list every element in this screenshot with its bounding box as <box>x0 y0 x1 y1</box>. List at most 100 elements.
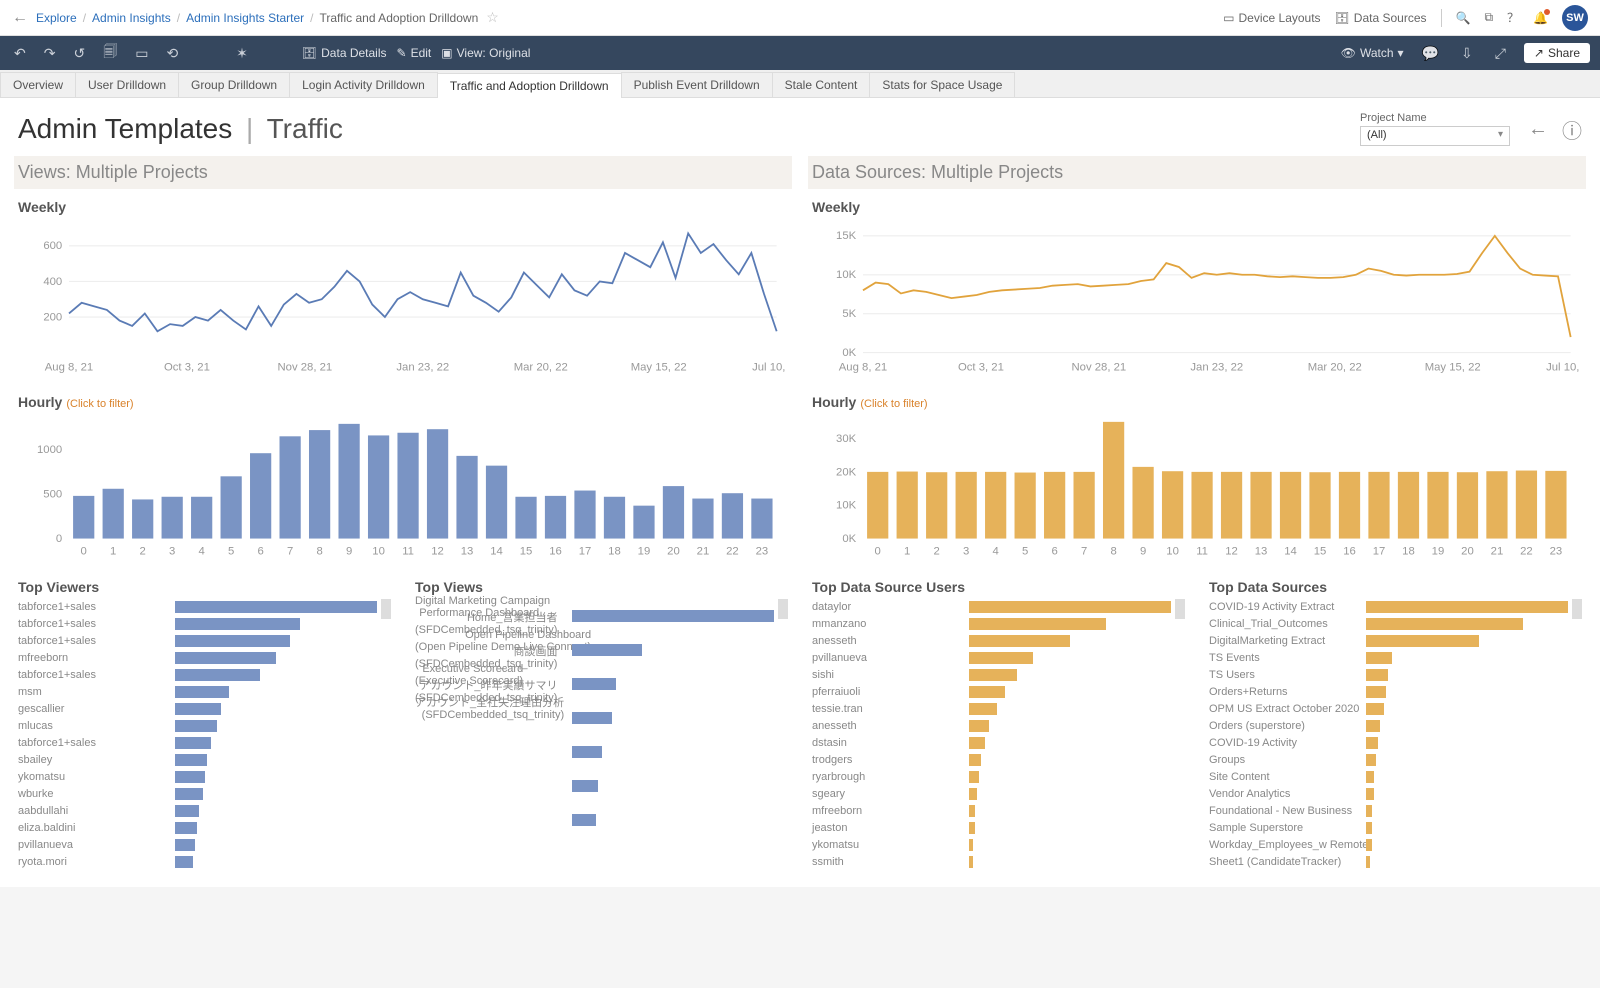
list-item-bar[interactable] <box>175 771 205 783</box>
list-item-bar[interactable] <box>1366 839 1372 851</box>
top-views-chart[interactable]: Digital Marketing Campaign Performance D… <box>415 599 788 837</box>
tab-login-activity-drilldown[interactable]: Login Activity Drilldown <box>289 72 438 97</box>
list-item-bar[interactable] <box>1366 669 1388 681</box>
watch-button[interactable]: 👁Watch ▾ <box>1341 46 1404 60</box>
favorite-star-icon[interactable]: ☆ <box>486 9 499 26</box>
list-item-bar[interactable] <box>969 771 979 783</box>
tab-overview[interactable]: Overview <box>0 72 76 97</box>
fullscreen-icon[interactable]: ⤢ <box>1491 43 1510 64</box>
share-button[interactable]: ↗Share <box>1524 43 1590 63</box>
list-item-bar[interactable] <box>1366 686 1386 698</box>
redo-icon[interactable]: ↷ <box>40 43 60 64</box>
ds-weekly-chart[interactable]: 0K5K10K15KAug 8, 21Oct 3, 21Nov 28, 21Ja… <box>812 219 1582 378</box>
user-avatar[interactable]: SW <box>1562 5 1588 31</box>
pause-icon[interactable]: ▭ <box>131 43 152 64</box>
breadcrumb-explore[interactable]: Explore <box>36 11 77 25</box>
list-item-bar[interactable] <box>175 669 260 681</box>
refresh-data-icon[interactable]: 🗐 <box>99 39 121 67</box>
list-item-bar[interactable] <box>969 822 975 834</box>
list-item-bar[interactable] <box>572 678 617 690</box>
list-item-bar[interactable] <box>1366 856 1370 868</box>
list-item-bar[interactable] <box>572 610 774 622</box>
views-hourly-chart[interactable]: 0500100001234567891011121314151617181920… <box>18 414 788 561</box>
list-item-bar[interactable] <box>1366 703 1384 715</box>
list-item-bar[interactable] <box>1366 737 1378 749</box>
list-item-bar[interactable] <box>969 686 1005 698</box>
list-item-bar[interactable] <box>175 822 197 834</box>
list-item-bar[interactable] <box>1366 788 1374 800</box>
help-icon[interactable]: ？ <box>1507 9 1519 26</box>
list-item-bar[interactable] <box>969 601 1171 613</box>
list-item-bar[interactable] <box>969 635 1070 647</box>
tab-traffic-and-adoption-drilldown[interactable]: Traffic and Adoption Drilldown <box>437 73 622 98</box>
download-icon[interactable]: ⇩ <box>1457 43 1477 64</box>
guide-icon[interactable]: ✶ <box>232 43 252 64</box>
list-item-bar[interactable] <box>969 720 989 732</box>
list-item-bar[interactable] <box>1366 618 1524 630</box>
notifications-icon[interactable]: 🔔 <box>1533 11 1548 25</box>
scrollbar[interactable] <box>778 599 788 619</box>
list-item-bar[interactable] <box>175 686 230 698</box>
data-sources-button[interactable]: 🗄 Data Sources <box>1335 11 1427 25</box>
breadcrumb-starter[interactable]: Admin Insights Starter <box>186 11 304 25</box>
list-item-bar[interactable] <box>969 669 1018 681</box>
list-item-bar[interactable] <box>969 737 985 749</box>
list-item-bar[interactable] <box>969 754 981 766</box>
device-layouts-button[interactable]: ▭ Device Layouts <box>1223 11 1320 25</box>
list-item-bar[interactable] <box>969 805 975 817</box>
tab-stats-for-space-usage[interactable]: Stats for Space Usage <box>869 72 1015 97</box>
info-icon[interactable]: ⓘ <box>1562 115 1582 144</box>
list-item-bar[interactable] <box>175 805 199 817</box>
new-icon[interactable]: ⧉ <box>1484 10 1493 25</box>
list-item-bar[interactable] <box>1366 652 1392 664</box>
list-item-bar[interactable] <box>175 635 290 647</box>
list-item-bar[interactable] <box>969 652 1034 664</box>
list-item-bar[interactable] <box>175 652 276 664</box>
top-ds-users-chart[interactable]: dataylormmanzanoanessethpvillanuevasishi… <box>812 599 1185 871</box>
list-item-bar[interactable] <box>969 618 1107 630</box>
list-item-bar[interactable] <box>175 754 207 766</box>
breadcrumb-admin-insights[interactable]: Admin Insights <box>92 11 171 25</box>
project-name-select[interactable]: (All) <box>1360 126 1510 146</box>
undo-icon[interactable]: ↶ <box>10 43 30 64</box>
list-item-bar[interactable] <box>175 703 222 715</box>
undo-filter-icon[interactable]: ← <box>1528 118 1548 141</box>
data-details-button[interactable]: 🗄Data Details <box>302 46 387 60</box>
tab-publish-event-drilldown[interactable]: Publish Event Drilldown <box>621 72 773 97</box>
scrollbar[interactable] <box>1572 599 1582 619</box>
tab-stale-content[interactable]: Stale Content <box>772 72 871 97</box>
tab-group-drilldown[interactable]: Group Drilldown <box>178 72 290 97</box>
list-item-bar[interactable] <box>1366 822 1372 834</box>
list-item-bar[interactable] <box>969 839 973 851</box>
list-item-bar[interactable] <box>1366 771 1374 783</box>
metrics-icon[interactable]: 💬 <box>1418 43 1443 64</box>
list-item-bar[interactable] <box>969 788 977 800</box>
revert-icon[interactable]: ↺ <box>69 43 89 64</box>
list-item-bar[interactable] <box>572 780 598 792</box>
top-viewers-chart[interactable]: tabforce1+salestabforce1+salestabforce1+… <box>18 599 391 871</box>
list-item-bar[interactable] <box>969 856 973 868</box>
list-item-bar[interactable] <box>1366 720 1380 732</box>
list-item-bar[interactable] <box>1366 601 1568 613</box>
list-item-bar[interactable] <box>175 618 300 630</box>
list-item-bar[interactable] <box>572 746 602 758</box>
list-item-bar[interactable] <box>1366 805 1372 817</box>
tab-user-drilldown[interactable]: User Drilldown <box>75 72 179 97</box>
list-item-bar[interactable] <box>1366 754 1376 766</box>
scrollbar[interactable] <box>381 599 391 619</box>
autorefresh-icon[interactable]: ⟲ <box>162 43 182 64</box>
list-item-bar[interactable] <box>175 601 377 613</box>
list-item-bar[interactable] <box>572 712 612 724</box>
list-item-bar[interactable] <box>572 814 596 826</box>
back-icon[interactable]: ← <box>12 9 28 27</box>
search-icon[interactable]: 🔍 <box>1456 11 1471 25</box>
list-item-bar[interactable] <box>175 839 195 851</box>
list-item-bar[interactable] <box>175 788 203 800</box>
edit-button[interactable]: ✎Edit <box>397 46 432 60</box>
list-item-bar[interactable] <box>1366 635 1479 647</box>
scrollbar[interactable] <box>1175 599 1185 619</box>
view-selector[interactable]: ▣View: Original <box>441 46 530 60</box>
top-ds-chart[interactable]: COVID-19 Activity ExtractClinical_Trial_… <box>1209 599 1582 871</box>
ds-hourly-chart[interactable]: 0K10K20K30K01234567891011121314151617181… <box>812 414 1582 561</box>
list-item-bar[interactable] <box>572 644 643 656</box>
